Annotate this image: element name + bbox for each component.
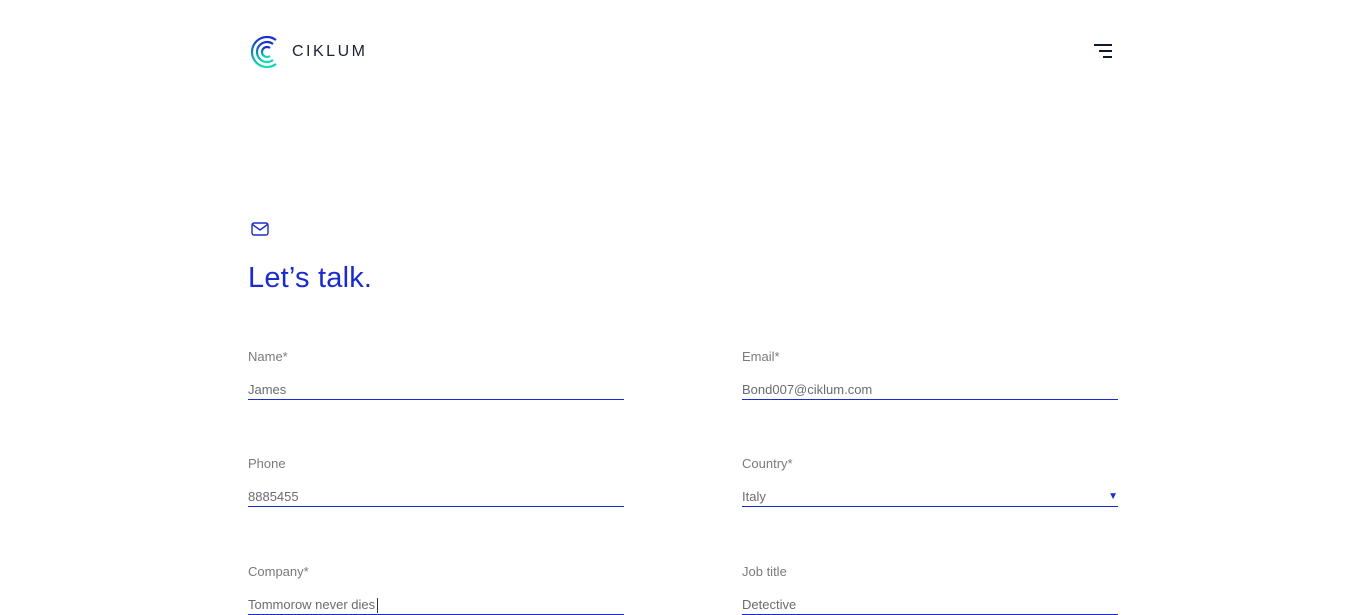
country-select[interactable]: Italy ▼: [742, 488, 1118, 506]
phone-underline: [248, 506, 624, 507]
email-underline: [742, 399, 1118, 400]
company-value: Tommorow never dies: [248, 597, 376, 612]
company-input[interactable]: Tommorow never dies: [248, 596, 624, 614]
caret-down-icon: ▼: [1108, 491, 1118, 502]
mail-icon: [251, 222, 269, 236]
menu-button[interactable]: [1092, 40, 1116, 64]
brand-name: CIKLUM: [292, 43, 368, 60]
hamburger-icon-line: [1103, 56, 1112, 58]
hamburger-icon-line: [1099, 50, 1112, 52]
page-title: Let’s talk.: [248, 262, 373, 294]
country-label: Country*: [742, 456, 793, 471]
name-input[interactable]: James: [248, 381, 624, 399]
text-cursor: [377, 598, 379, 614]
phone-field[interactable]: Phone 8885455: [248, 456, 624, 507]
country-underline: [742, 506, 1118, 507]
country-field[interactable]: Country* Italy ▼: [742, 456, 1118, 507]
phone-label: Phone: [248, 456, 286, 471]
job-title-field[interactable]: Job title Detective: [742, 564, 1118, 615]
name-field[interactable]: Name* James: [248, 349, 624, 400]
country-value: Italy: [742, 489, 766, 504]
email-field[interactable]: Email* Bond007@ciklum.com: [742, 349, 1118, 400]
ciklum-logo-icon: [250, 35, 277, 69]
email-label: Email*: [742, 349, 780, 364]
ciklum-logo[interactable]: CIKLUM: [248, 34, 367, 70]
company-label: Company*: [248, 564, 309, 579]
job-title-label: Job title: [742, 564, 787, 579]
phone-input[interactable]: 8885455: [248, 488, 624, 506]
email-input[interactable]: Bond007@ciklum.com: [742, 381, 1118, 399]
job-title-input[interactable]: Detective: [742, 596, 1118, 614]
hamburger-icon: [1094, 44, 1112, 46]
name-label: Name*: [248, 349, 288, 364]
company-field[interactable]: Company* Tommorow never dies: [248, 564, 624, 615]
name-underline: [248, 399, 624, 400]
